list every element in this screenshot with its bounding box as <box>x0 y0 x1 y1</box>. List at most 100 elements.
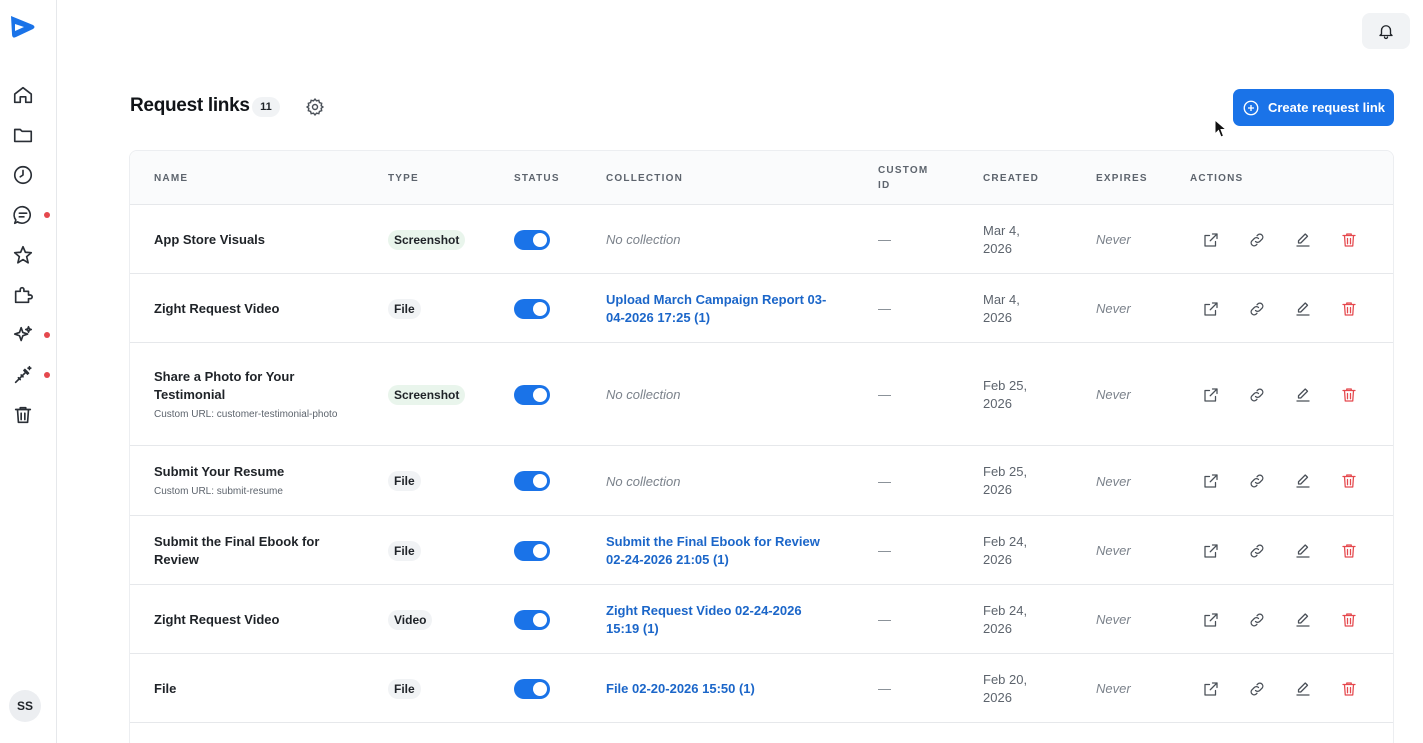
expires-value: Never <box>1096 543 1131 558</box>
table-row: File File File 02-20-2026 15:50 (1) — Feb 20… <box>130 654 1393 723</box>
edit-icon[interactable] <box>1292 229 1314 251</box>
copy-link-icon[interactable] <box>1246 298 1268 320</box>
name-cell: Zight Request Video <box>154 300 344 318</box>
home-icon[interactable] <box>10 82 36 108</box>
open-external-icon[interactable] <box>1200 540 1222 562</box>
column-custom-id-line1: CUSTOM <box>878 165 929 176</box>
delete-icon[interactable] <box>1338 678 1360 700</box>
name-cell: File <box>154 680 344 698</box>
settings-button[interactable] <box>304 96 326 118</box>
custom-id: — <box>878 474 891 489</box>
trash-icon[interactable] <box>10 402 36 428</box>
copy-link-icon[interactable] <box>1246 470 1268 492</box>
type-cell: File <box>388 471 421 491</box>
column-name[interactable]: NAME <box>154 171 188 186</box>
request-name[interactable]: File <box>154 680 344 698</box>
type-cell: File <box>388 299 421 319</box>
status-toggle[interactable] <box>514 230 550 250</box>
name-cell: Submit the Final Ebook for Review <box>154 533 344 569</box>
clock-icon[interactable] <box>10 162 36 188</box>
column-actions: ACTIONS <box>1190 173 1244 184</box>
delete-icon[interactable] <box>1338 609 1360 631</box>
avatar[interactable]: SS <box>9 690 41 722</box>
edit-icon[interactable] <box>1292 470 1314 492</box>
delete-icon[interactable] <box>1338 298 1360 320</box>
delete-icon[interactable] <box>1338 384 1360 406</box>
type-badge: File <box>388 299 421 319</box>
mouse-cursor-icon <box>1214 119 1228 138</box>
request-name[interactable]: Share a Photo for Your Testimonial <box>154 368 344 404</box>
collection-empty: No collection <box>606 232 681 247</box>
zight-logo[interactable] <box>7 12 37 42</box>
created-date-line1: Feb 24, <box>983 534 1028 549</box>
status-toggle[interactable] <box>514 679 550 699</box>
open-external-icon[interactable] <box>1200 229 1222 251</box>
chat-icon[interactable] <box>10 202 36 228</box>
type-cell: File <box>388 679 421 699</box>
collection-link[interactable]: File 02-20-2026 15:50 (1) <box>606 680 831 698</box>
column-status[interactable]: STATUS <box>514 171 560 186</box>
copy-link-icon[interactable] <box>1246 678 1268 700</box>
delete-icon[interactable] <box>1338 540 1360 562</box>
count-badge: 11 <box>252 97 280 117</box>
column-type[interactable]: TYPE <box>388 171 419 186</box>
magic-wand-icon[interactable] <box>10 362 36 388</box>
collection-empty: No collection <box>606 474 681 489</box>
status-toggle[interactable] <box>514 610 550 630</box>
delete-icon[interactable] <box>1338 470 1360 492</box>
expires-value: Never <box>1096 232 1131 247</box>
custom-url: Custom URL: customer-testimonial-photo <box>154 409 338 420</box>
edit-icon[interactable] <box>1292 678 1314 700</box>
puzzle-icon[interactable] <box>10 282 36 308</box>
created-date: Feb 24, 2026 <box>983 533 1027 569</box>
column-expires[interactable]: EXPIRES <box>1096 171 1148 186</box>
type-badge: File <box>388 679 421 699</box>
create-request-link-label: Create request link <box>1267 100 1386 115</box>
collection-link[interactable]: Upload March Campaign Report 03-04-2026 … <box>606 291 831 327</box>
request-name[interactable]: Zight Request Video <box>154 300 344 318</box>
open-external-icon[interactable] <box>1200 609 1222 631</box>
copy-link-icon[interactable] <box>1246 540 1268 562</box>
request-name[interactable]: App Store Visuals <box>154 231 344 249</box>
expires-value: Never <box>1096 612 1131 627</box>
copy-link-icon[interactable] <box>1246 229 1268 251</box>
created-date: Feb 20, 2026 <box>983 671 1027 707</box>
table-row: Zight Request Video Video Zight Request Vi… <box>130 585 1393 654</box>
type-badge: File <box>388 471 421 491</box>
delete-icon[interactable] <box>1338 229 1360 251</box>
status-toggle[interactable] <box>514 299 550 319</box>
open-external-icon[interactable] <box>1200 678 1222 700</box>
collection-link[interactable]: Submit the Final Ebook for Review 02-24-… <box>606 533 831 569</box>
created-date-line2: 2026 <box>983 690 1012 705</box>
folder-icon[interactable] <box>10 122 36 148</box>
status-toggle[interactable] <box>514 471 550 491</box>
status-toggle[interactable] <box>514 385 550 405</box>
copy-link-icon[interactable] <box>1246 609 1268 631</box>
create-request-link-button[interactable]: Create request link <box>1233 89 1394 126</box>
status-toggle[interactable] <box>514 541 550 561</box>
open-external-icon[interactable] <box>1200 298 1222 320</box>
created-date-line2: 2026 <box>983 310 1012 325</box>
column-custom-id[interactable]: CUSTOM ID <box>878 163 928 193</box>
request-name[interactable]: Submit Your Resume <box>154 463 344 481</box>
sparkles-notification-dot <box>44 332 50 338</box>
edit-icon[interactable] <box>1292 298 1314 320</box>
custom-url: Custom URL: submit-resume <box>154 486 283 497</box>
copy-link-icon[interactable] <box>1246 384 1268 406</box>
type-cell: Screenshot <box>388 230 466 250</box>
notifications-button[interactable] <box>1362 13 1410 49</box>
edit-icon[interactable] <box>1292 384 1314 406</box>
edit-icon[interactable] <box>1292 540 1314 562</box>
open-external-icon[interactable] <box>1200 470 1222 492</box>
sparkles-icon[interactable] <box>10 322 36 348</box>
star-icon[interactable] <box>10 242 36 268</box>
column-created[interactable]: CREATED <box>983 171 1039 186</box>
custom-id: — <box>878 543 891 558</box>
collection-empty: No collection <box>606 387 681 402</box>
request-name[interactable]: Zight Request Video <box>154 611 344 629</box>
collection-link[interactable]: Zight Request Video 02-24-2026 15:19 (1) <box>606 602 831 638</box>
column-collection[interactable]: COLLECTION <box>606 171 683 186</box>
request-name[interactable]: Submit the Final Ebook for Review <box>154 533 344 569</box>
edit-icon[interactable] <box>1292 609 1314 631</box>
open-external-icon[interactable] <box>1200 384 1222 406</box>
